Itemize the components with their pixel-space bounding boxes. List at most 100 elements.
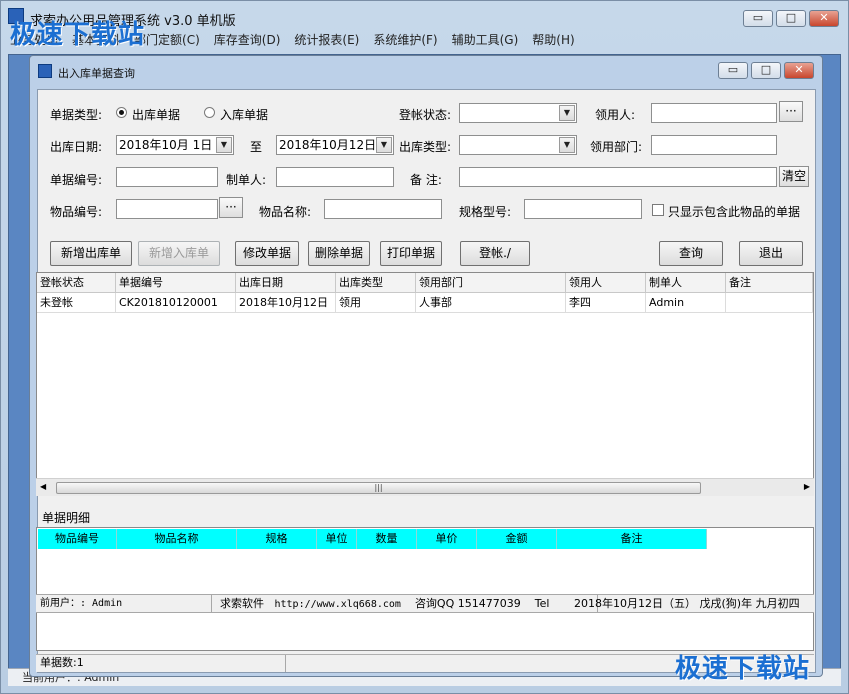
watermark-bottom: 极速下载站 xyxy=(675,654,811,684)
horizontal-scrollbar[interactable]: ◀ ||| ▶ xyxy=(36,478,814,496)
doc-type-in-radio[interactable] xyxy=(204,107,215,118)
status-company-name: 求索软件 xyxy=(220,597,264,610)
chevron-down-icon[interactable]: ▼ xyxy=(559,137,575,153)
dialog-close-button[interactable]: ✕ xyxy=(784,62,814,79)
new-in-button[interactable]: 新增入库单 xyxy=(138,241,220,266)
doc-type-out-label[interactable]: 出库单据 xyxy=(132,106,180,123)
detail-column-header[interactable]: 备注 xyxy=(557,529,707,549)
note-label: 备 注: xyxy=(410,173,442,187)
table-cell[interactable]: 2018年10月12日 xyxy=(236,293,336,313)
scroll-left-icon[interactable]: ◀ xyxy=(40,482,46,491)
dept-input[interactable] xyxy=(651,135,777,155)
table-cell[interactable]: 人事部 xyxy=(416,293,566,313)
detail-column-header[interactable]: 规格 xyxy=(237,529,317,549)
recipient-browse-button[interactable]: ··· xyxy=(779,101,803,122)
main-close-button[interactable]: ✕ xyxy=(809,10,839,27)
date-to-value: 2018年10月12日 xyxy=(279,138,377,152)
status-company: 求索软件 http://www.xlq668.com 咨询QQ 15147703… xyxy=(216,595,598,612)
status-url[interactable]: http://www.xlq668.com xyxy=(275,599,401,610)
item-no-label: 物品编号: xyxy=(50,205,103,219)
exit-button[interactable]: 退出 xyxy=(739,241,803,266)
maker-input[interactable] xyxy=(276,167,394,187)
documents-table: 登帐状态 单据编号 出库日期 出库类型 领用部门 领用人 制单人 备注 未登帐 … xyxy=(36,272,814,496)
column-header[interactable]: 领用部门 xyxy=(416,273,566,293)
detail-column-header[interactable]: 物品名称 xyxy=(117,529,237,549)
detail-table: 物品编号 物品名称 规格 单位 数量 单价 金额 备注 xyxy=(36,527,814,651)
column-header[interactable]: 登帐状态 xyxy=(37,273,116,293)
spec-input[interactable] xyxy=(524,199,642,219)
doc-type-label: 单据类型: xyxy=(50,108,103,122)
status-user: 前用户：: Admin xyxy=(36,595,212,612)
watermark-top: 极速下载站 xyxy=(10,20,146,50)
doc-no-input[interactable] xyxy=(116,167,218,187)
post-status-select[interactable]: ▼ xyxy=(459,103,577,123)
to-label: 至 xyxy=(250,140,263,154)
doc-type-out-radio[interactable] xyxy=(116,107,127,118)
menu-reports[interactable]: 统计报表(E) xyxy=(294,31,359,49)
date-to-picker[interactable]: 2018年10月12日 ▼ xyxy=(276,135,394,155)
clear-button[interactable]: 清空 xyxy=(779,166,809,187)
table-cell[interactable] xyxy=(726,293,813,313)
item-name-input[interactable] xyxy=(324,199,442,219)
dialog-minimize-button[interactable]: ▭ xyxy=(718,62,748,79)
print-button[interactable]: 打印单据 xyxy=(380,241,442,266)
table-cell[interactable]: 领用 xyxy=(336,293,416,313)
item-browse-button[interactable]: ··· xyxy=(219,197,243,218)
doc-no-label: 单据编号: xyxy=(50,173,103,187)
chevron-down-icon[interactable]: ▼ xyxy=(216,137,232,153)
menu-stock-query[interactable]: 库存查询(D) xyxy=(214,31,281,49)
date-from-picker[interactable]: 2018年10月 1日 ▼ xyxy=(116,135,234,155)
new-out-button[interactable]: 新增出库单 xyxy=(50,241,132,266)
doc-type-in-label[interactable]: 入库单据 xyxy=(220,106,268,123)
out-type-label: 出库类型: xyxy=(399,140,452,154)
post-status-label: 登帐状态: xyxy=(399,108,452,122)
edit-button[interactable]: 修改单据 xyxy=(235,241,299,266)
table-cell[interactable]: 未登帐 xyxy=(37,293,116,313)
recipient-input[interactable] xyxy=(651,103,777,123)
main-minimize-button[interactable]: ▭ xyxy=(743,10,773,27)
query-button[interactable]: 查询 xyxy=(659,241,723,266)
column-header[interactable]: 领用人 xyxy=(566,273,646,293)
chevron-down-icon[interactable]: ▼ xyxy=(376,137,392,153)
detail-column-header[interactable]: 物品编号 xyxy=(38,529,117,549)
dialog-maximize-button[interactable]: □ xyxy=(751,62,781,79)
status-qq: 咨询QQ 151477039 xyxy=(414,597,521,610)
main-maximize-button[interactable]: □ xyxy=(776,10,806,27)
recipient-label: 领用人: xyxy=(595,108,636,122)
menu-tools[interactable]: 辅助工具(G) xyxy=(452,31,519,49)
item-no-input[interactable] xyxy=(116,199,218,219)
chevron-down-icon[interactable]: ▼ xyxy=(559,105,575,121)
info-status-bar: 前用户：: Admin 求索软件 http://www.xlq668.com 咨… xyxy=(36,594,814,613)
maker-label: 制单人: xyxy=(226,173,267,187)
status-tel: Tel xyxy=(534,597,550,610)
only-show-label[interactable]: 只显示包含此物品的单据 xyxy=(668,203,800,220)
item-name-label: 物品名称: xyxy=(259,205,312,219)
status-date: 2018年10月12日（五） 戊戌(狗)年 九月初四 xyxy=(574,597,800,610)
spec-label: 规格型号: xyxy=(459,205,512,219)
detail-column-header[interactable]: 数量 xyxy=(357,529,417,549)
dialog-title: 出入库单据查询 xyxy=(58,67,135,80)
table-cell[interactable]: Admin xyxy=(646,293,726,313)
detail-column-header[interactable]: 单位 xyxy=(317,529,357,549)
detail-section-title: 单据明细 xyxy=(42,511,91,525)
scroll-right-icon[interactable]: ▶ xyxy=(804,482,810,491)
scroll-thumb[interactable]: ||| xyxy=(56,482,701,494)
table-cell[interactable]: CK201810120001 xyxy=(116,293,236,313)
out-type-select[interactable]: ▼ xyxy=(459,135,577,155)
note-input[interactable] xyxy=(459,167,777,187)
detail-column-header[interactable]: 金额 xyxy=(477,529,557,549)
detail-column-header[interactable]: 单价 xyxy=(417,529,477,549)
column-header[interactable]: 制单人 xyxy=(646,273,726,293)
table-cell[interactable]: 李四 xyxy=(566,293,646,313)
menu-help[interactable]: 帮助(H) xyxy=(532,31,574,49)
menu-system[interactable]: 系统维护(F) xyxy=(373,31,437,49)
column-header[interactable]: 备注 xyxy=(726,273,813,293)
delete-button[interactable]: 删除单据 xyxy=(308,241,370,266)
dialog-icon xyxy=(38,64,52,78)
only-show-checkbox[interactable] xyxy=(652,204,664,216)
column-header[interactable]: 出库类型 xyxy=(336,273,416,293)
column-header[interactable]: 出库日期 xyxy=(236,273,336,293)
post-button[interactable]: 登帐./ xyxy=(460,241,530,266)
column-header[interactable]: 单据编号 xyxy=(116,273,236,293)
dept-label: 领用部门: xyxy=(590,140,643,154)
